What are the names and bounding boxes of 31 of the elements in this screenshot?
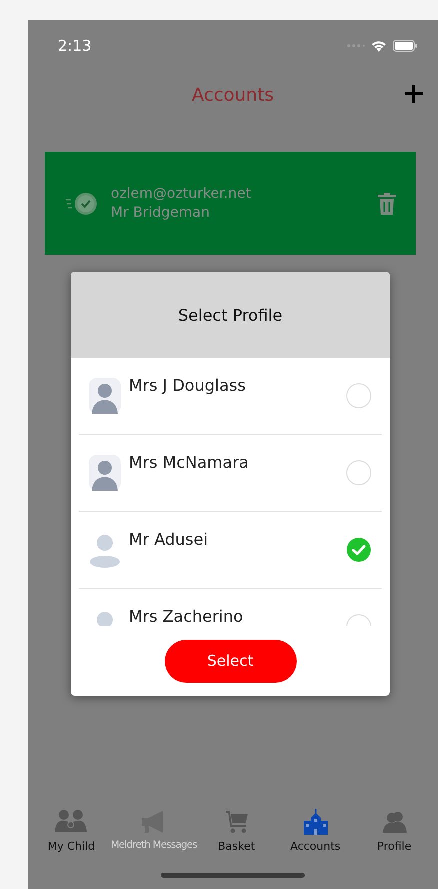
dialog-title: Select Profile (178, 306, 283, 324)
profile-row[interactable]: Mrs McNamara (79, 435, 382, 512)
status-time: 2:13 (58, 37, 92, 55)
profile-name: Mrs Zacherino (129, 607, 244, 626)
children-icon (55, 809, 88, 835)
tab-bar-item[interactable]: Profile (355, 805, 434, 867)
radio-button[interactable] (346, 383, 372, 409)
tab-bar-item[interactable]: My Child (32, 805, 111, 867)
profile-name: Mr Adusei (129, 530, 210, 549)
avatar-icon (89, 455, 121, 491)
select-button[interactable]: Select (164, 640, 296, 682)
account-name: Mr Bridgeman (111, 205, 212, 221)
profile-name: Mrs McNamara (129, 453, 250, 472)
tab-bar-item[interactable]: Basket (197, 805, 276, 867)
add-icon[interactable] (404, 84, 424, 104)
school-icon (304, 809, 328, 835)
tab-bar-item[interactable]: Accounts (276, 805, 356, 867)
profile-name: Mrs J Douglass (129, 376, 247, 395)
avatar-icon (89, 532, 121, 568)
profile-row[interactable]: Mr Adusei (79, 512, 382, 589)
profile-row[interactable]: Mrs J Douglass (79, 358, 382, 435)
page-title: Accounts (192, 84, 274, 106)
battery-icon (393, 40, 418, 52)
radio-button[interactable] (346, 460, 372, 486)
people-icon (382, 809, 407, 835)
wifi-icon (371, 40, 387, 52)
avatar-icon (89, 378, 121, 414)
radio-button[interactable] (346, 537, 372, 563)
cart-icon (226, 809, 248, 835)
account-email: ozlem@ozturker.net (111, 186, 252, 202)
trash-icon[interactable] (378, 192, 396, 214)
